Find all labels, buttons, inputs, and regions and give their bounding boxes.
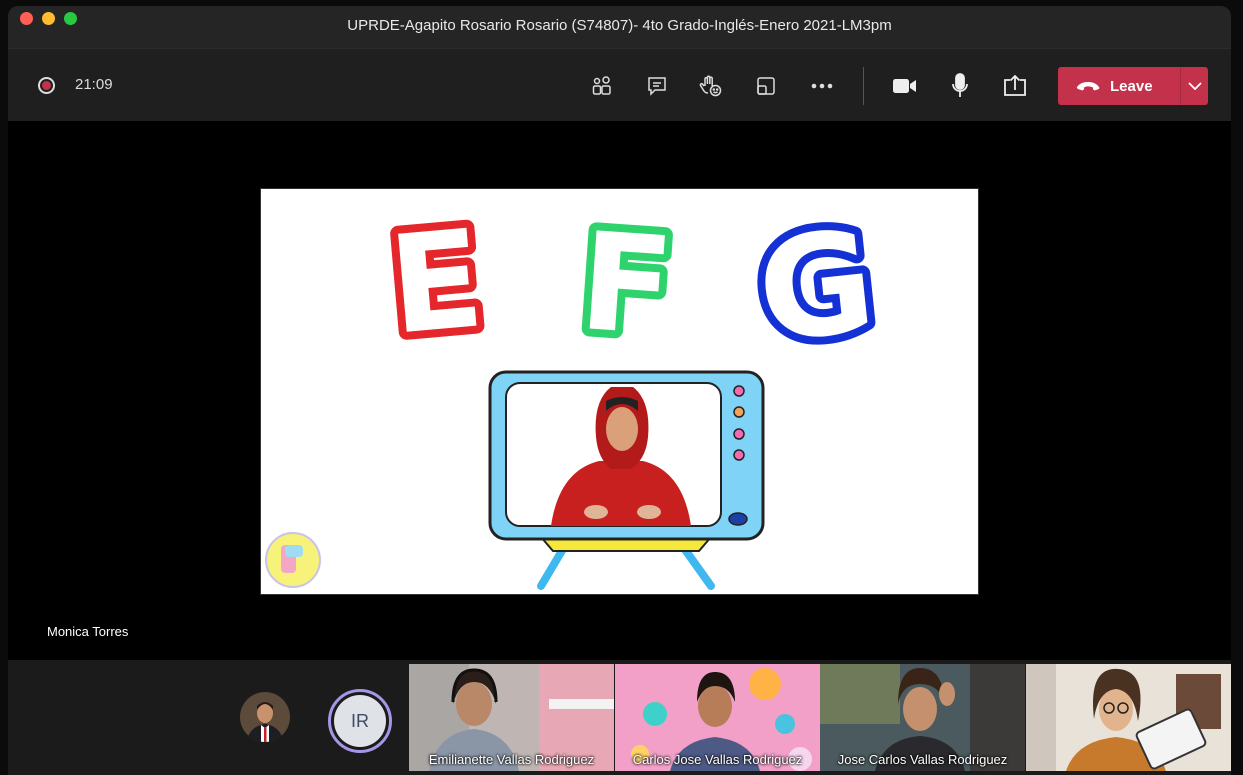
leave-button[interactable]: Leave [1058, 78, 1180, 95]
hang-up-icon [1076, 82, 1100, 91]
window-title: UPRDE-Agapito Rosario Rosario (S74807)- … [347, 17, 892, 34]
microphone-button[interactable] [943, 69, 977, 103]
more-icon [811, 83, 833, 89]
rooms-button[interactable] [749, 69, 783, 103]
share-icon [1004, 74, 1026, 96]
reactions-button[interactable] [694, 69, 728, 103]
chat-icon [648, 77, 666, 96]
toolbar-divider [863, 67, 864, 105]
participant-name: Emilianette Vallas Rodriguez [428, 752, 595, 767]
presenter-name: Monica Torres [47, 624, 129, 639]
slide-letter-g: G [751, 200, 882, 374]
slide-logo-icon [265, 532, 321, 588]
participant-name: Jose Carlos Vallas Rodriguez [837, 752, 1008, 767]
participant-initials-avatar[interactable]: IR [328, 689, 392, 753]
meeting-timer: 21:09 [75, 76, 113, 93]
slide-illustration: E F G [265, 192, 890, 590]
camera-button[interactable] [888, 69, 922, 103]
chat-button[interactable] [640, 69, 674, 103]
recording-icon [38, 77, 55, 94]
meeting-toolbar: 21:09 Leave [8, 48, 1231, 121]
more-actions-button[interactable] [805, 69, 839, 103]
leave-options-dropdown[interactable] [1181, 82, 1208, 90]
leave-meeting-control: Leave [1058, 67, 1208, 105]
slide-letter-e: E [384, 200, 490, 364]
participant-avatar-photo[interactable] [240, 692, 290, 742]
teams-meeting-window: UPRDE-Agapito Rosario Rosario (S74807)- … [8, 6, 1231, 775]
rooms-icon [757, 77, 775, 95]
participant-name: Carlos Jose Vallas Rodriguez [632, 752, 803, 767]
participant-video-tile[interactable] [1026, 664, 1231, 771]
slide-letter-f: F [575, 203, 678, 366]
mic-icon [952, 73, 968, 97]
raise-hand-icon [699, 75, 722, 97]
participants-icon [592, 76, 611, 95]
share-content-button[interactable] [998, 69, 1032, 103]
participants-button[interactable] [585, 69, 619, 103]
shared-content-stage: E F G Monica Torres [8, 122, 1231, 658]
tv-illustration [488, 370, 765, 590]
chevron-down-icon [1187, 82, 1202, 90]
initials-label: IR [334, 695, 386, 747]
participant-video-tile[interactable]: Carlos Jose Vallas Rodriguez [615, 664, 820, 771]
shared-slide: E F G [260, 188, 979, 595]
participant-video-tile[interactable]: Jose Carlos Vallas Rodriguez [820, 664, 1025, 771]
participant-video-tile[interactable]: Emilianette Vallas Rodriguez [409, 664, 614, 771]
video-feed-unnamed-participant [1026, 664, 1231, 771]
camera-icon [893, 79, 916, 93]
title-bar: UPRDE-Agapito Rosario Rosario (S74807)- … [8, 6, 1231, 48]
participant-strip: IR Emilianette Vallas Rodriguez Carlos J… [8, 660, 1231, 775]
avatar-illustration [240, 692, 290, 742]
leave-label: Leave [1110, 77, 1153, 95]
